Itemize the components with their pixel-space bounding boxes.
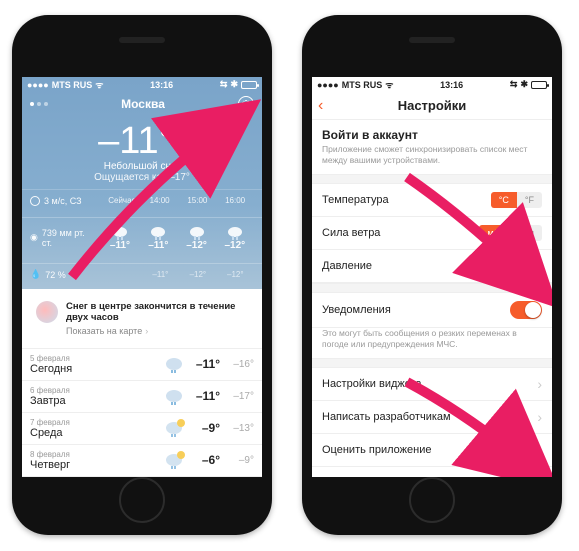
- notifications-note: Это могут быть сообщения о резких переме…: [312, 328, 552, 358]
- chevron-right-icon: ›: [537, 409, 542, 425]
- forecast-list: 5 февраляСегодня–11°–16° 6 февраляЗавтра…: [22, 348, 262, 477]
- status-time: 13:16: [150, 80, 173, 90]
- day-row[interactable]: 8 февраляЧетверг–6°–9°: [22, 444, 262, 476]
- back-button[interactable]: ‹: [318, 98, 323, 114]
- screen-weather: ●●●●MTS RUSᯤ 13:16 ⇆✱ Москва –11° Неболь…: [22, 77, 262, 477]
- sun-icon: [178, 131, 186, 139]
- page-title: Настройки: [398, 98, 467, 113]
- hour-cell[interactable]: –11°: [101, 222, 139, 253]
- nav-bar: ‹ Настройки: [312, 92, 552, 120]
- status-bar: ●●●●MTS RUSᯤ 13:16 ⇆✱: [22, 77, 262, 92]
- wind-row: 3 м/с, СЗ Сейчас 14:00 15:00 16:00: [22, 189, 262, 211]
- city-label[interactable]: Москва: [121, 97, 165, 111]
- hour-cell[interactable]: –12°: [216, 222, 254, 253]
- temperature-row: Температура °C°F: [312, 184, 552, 217]
- login-note: Приложение сможет синхронизировать списо…: [312, 144, 552, 174]
- rate-app-row[interactable]: Оценить приложение›: [312, 434, 552, 467]
- pressure-icon: ◉: [30, 232, 38, 243]
- pressure-row: ◉ 739 мм рт. ст. –11° –11° –12° –12°: [22, 217, 262, 257]
- widget-settings-row[interactable]: Настройки виджета›: [312, 368, 552, 401]
- hour-cell[interactable]: –11°: [139, 222, 177, 253]
- temperature-segment[interactable]: °C°F: [491, 192, 542, 208]
- page-dots[interactable]: [30, 102, 48, 106]
- pressure-row: Давление ммгПа: [312, 250, 552, 283]
- gear-icon[interactable]: [238, 96, 254, 112]
- notifications-toggle[interactable]: [510, 301, 542, 319]
- chevron-right-icon: ›: [537, 376, 542, 392]
- feels-like-label: Ощущается как –17°: [22, 172, 262, 183]
- wind-row: Сила ветра м/скм/ч: [312, 217, 552, 250]
- chevron-right-icon: ›: [537, 442, 542, 458]
- about-row[interactable]: О приложении›: [312, 467, 552, 477]
- day-row[interactable]: 7 февраляСреда–9°–13°: [22, 412, 262, 444]
- phone-left: ●●●●MTS RUSᯤ 13:16 ⇆✱ Москва –11° Неболь…: [12, 15, 272, 535]
- condition-label: Небольшой снег: [22, 161, 262, 172]
- pressure-segment[interactable]: ммгПа: [483, 258, 542, 274]
- status-bar: ●●●●MTS RUSᯤ 13:16 ⇆✱: [312, 77, 552, 92]
- alert-card[interactable]: Снег в центре закончится в течение двух …: [28, 295, 256, 342]
- day-row[interactable]: 9 февраляПятница: [22, 476, 262, 477]
- humidity-row: 💧 72 % –11° –12° –12°: [22, 263, 262, 285]
- screen-settings: ●●●●MTS RUSᯤ 13:16 ⇆✱ ‹ Настройки Войти …: [312, 77, 552, 477]
- map-icon: [36, 301, 58, 323]
- phone-right: ●●●●MTS RUSᯤ 13:16 ⇆✱ ‹ Настройки Войти …: [302, 15, 562, 535]
- login-row[interactable]: Войти в аккаунт: [312, 120, 552, 144]
- wind-icon: [30, 196, 40, 206]
- hour-cell[interactable]: –12°: [177, 222, 215, 253]
- day-row[interactable]: 5 февраляСегодня–11°–16°: [22, 348, 262, 380]
- current-temp: –11°: [22, 120, 262, 163]
- write-devs-row[interactable]: Написать разработчикам›: [312, 401, 552, 434]
- notifications-row: Уведомления: [312, 293, 552, 328]
- chevron-right-icon: ›: [145, 326, 148, 336]
- wind-segment[interactable]: м/скм/ч: [479, 225, 542, 241]
- chevron-right-icon: ›: [537, 475, 542, 477]
- status-time: 13:16: [440, 80, 463, 90]
- day-row[interactable]: 6 февраляЗавтра–11°–17°: [22, 380, 262, 412]
- humidity-icon: 💧: [30, 269, 41, 280]
